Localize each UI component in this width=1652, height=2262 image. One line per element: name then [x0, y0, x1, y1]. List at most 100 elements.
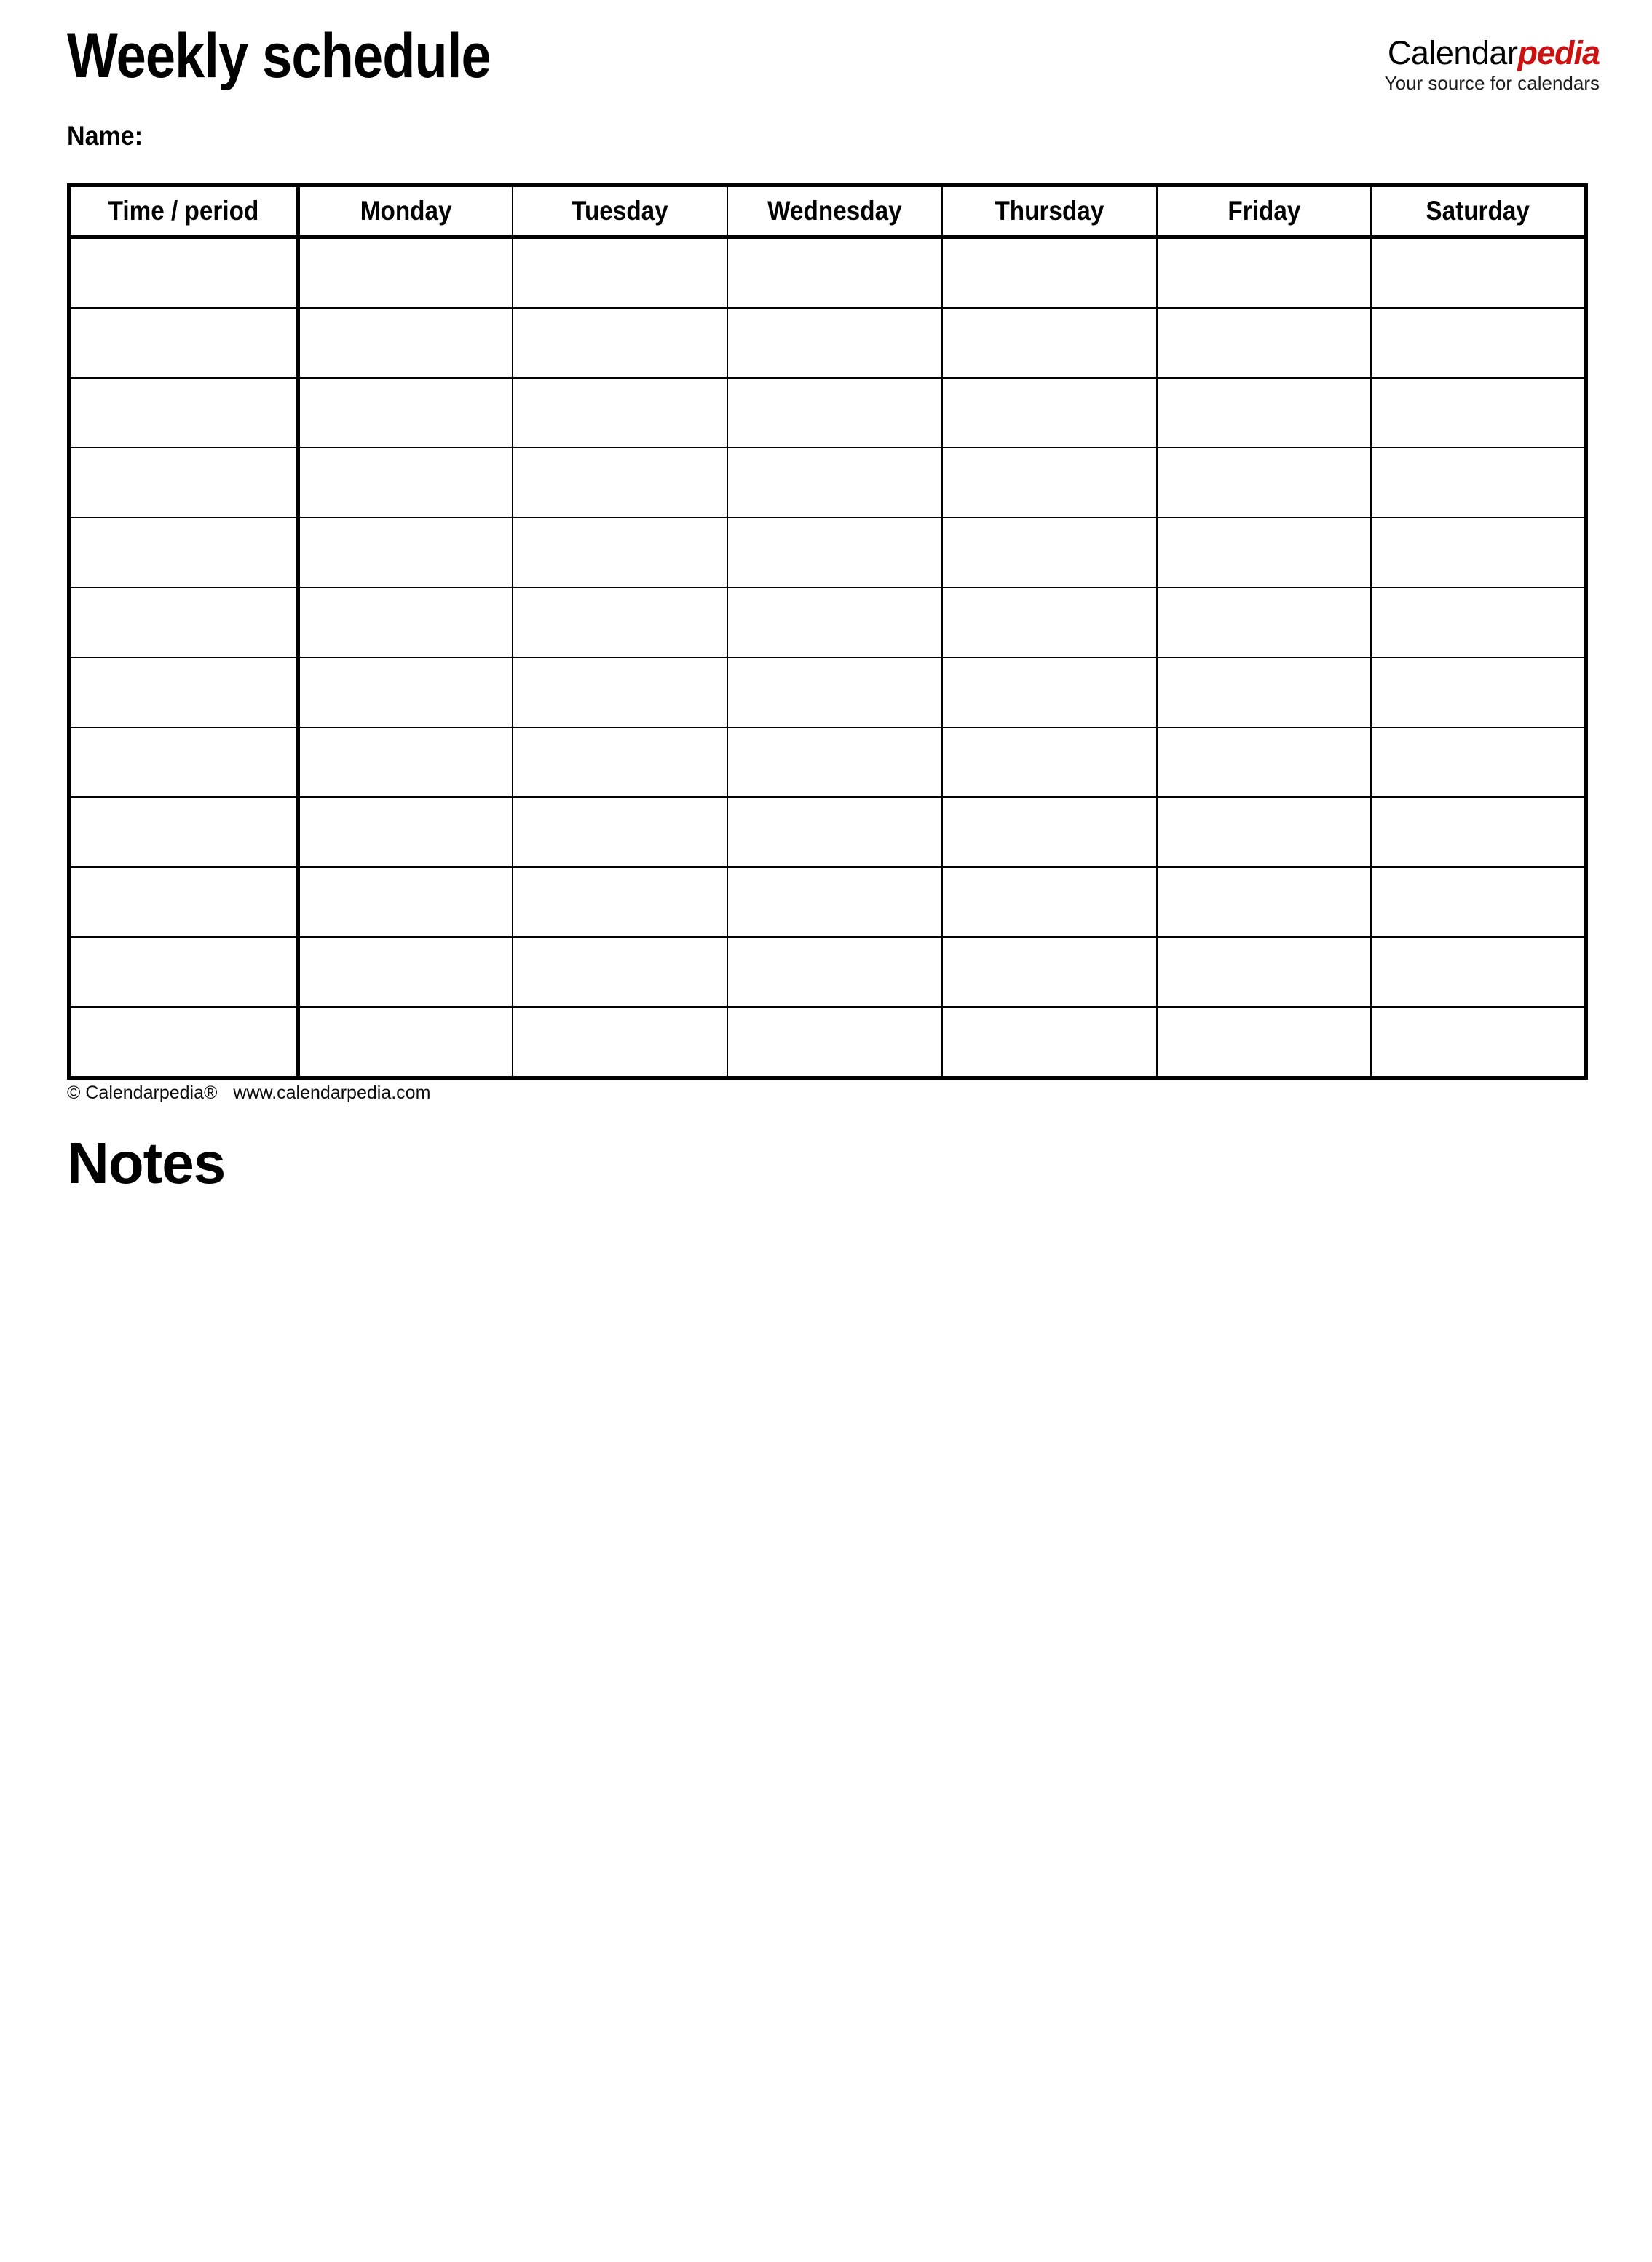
schedule-cell-day[interactable]	[727, 727, 943, 798]
schedule-cell-time[interactable]	[68, 866, 300, 938]
schedule-cell-day[interactable]	[941, 377, 1158, 448]
schedule-cell-day[interactable]	[941, 866, 1158, 938]
schedule-cell-day[interactable]	[512, 447, 729, 518]
schedule-cell-day[interactable]	[1155, 936, 1372, 1008]
schedule-cell-day[interactable]	[727, 447, 943, 518]
schedule-cell-day[interactable]	[941, 236, 1158, 309]
schedule-cell-day[interactable]	[727, 377, 943, 448]
schedule-cell-day[interactable]	[941, 587, 1158, 658]
schedule-cell-day[interactable]	[512, 657, 729, 728]
schedule-cell-day[interactable]	[512, 936, 729, 1008]
schedule-cell-day[interactable]	[297, 866, 514, 938]
schedule-cell-day[interactable]	[727, 517, 943, 588]
schedule-cell-day[interactable]	[1370, 866, 1587, 938]
column-header-label: Saturday	[1426, 196, 1530, 226]
schedule-cell-day[interactable]	[512, 866, 729, 938]
column-header-label: Thursday	[995, 196, 1104, 226]
schedule-cell-day[interactable]	[941, 307, 1158, 379]
schedule-cell-day[interactable]	[297, 236, 514, 309]
schedule-cell-day[interactable]	[1370, 236, 1587, 309]
schedule-cell-day[interactable]	[297, 796, 514, 868]
weekly-schedule-page: Weekly schedule Name: Calendarpedia Your…	[0, 0, 1652, 2262]
schedule-cell-day[interactable]	[1155, 377, 1372, 448]
schedule-cell-day[interactable]	[297, 587, 514, 658]
schedule-cell-day[interactable]	[1155, 657, 1372, 728]
schedule-cell-day[interactable]	[1155, 447, 1372, 518]
table-row	[68, 517, 1587, 588]
schedule-cell-day[interactable]	[941, 517, 1158, 588]
schedule-cell-day[interactable]	[941, 936, 1158, 1008]
schedule-table-head: Time / period Monday Tuesday Wednesday T…	[68, 184, 1587, 239]
schedule-cell-day[interactable]	[727, 796, 943, 868]
schedule-cell-day[interactable]	[727, 307, 943, 379]
schedule-cell-day[interactable]	[512, 307, 729, 379]
schedule-cell-day[interactable]	[1155, 236, 1372, 309]
table-row	[68, 727, 1587, 798]
schedule-cell-day[interactable]	[512, 796, 729, 868]
page-header: Weekly schedule Name: Calendarpedia Your…	[0, 0, 1652, 175]
schedule-cell-day[interactable]	[941, 727, 1158, 798]
schedule-cell-day[interactable]	[297, 936, 514, 1008]
schedule-cell-day[interactable]	[512, 1006, 729, 1079]
schedule-cell-day[interactable]	[297, 1006, 514, 1079]
schedule-cell-day[interactable]	[727, 236, 943, 309]
schedule-cell-day[interactable]	[1370, 796, 1587, 868]
schedule-cell-day[interactable]	[512, 587, 729, 658]
schedule-cell-day[interactable]	[727, 866, 943, 938]
schedule-cell-day[interactable]	[1370, 657, 1587, 728]
schedule-cell-day[interactable]	[1155, 307, 1372, 379]
brand-word-pedia: pedia	[1517, 34, 1600, 71]
calendarpedia-logo[interactable]: Calendarpedia Your source for calendars	[1385, 36, 1600, 92]
schedule-cell-day[interactable]	[1370, 447, 1587, 518]
schedule-cell-day[interactable]	[1155, 587, 1372, 658]
website-url[interactable]: www.calendarpedia.com	[233, 1083, 430, 1103]
schedule-cell-day[interactable]	[512, 377, 729, 448]
schedule-cell-day[interactable]	[297, 517, 514, 588]
schedule-cell-day[interactable]	[1155, 517, 1372, 588]
schedule-cell-day[interactable]	[1155, 1006, 1372, 1079]
schedule-cell-day[interactable]	[1370, 307, 1587, 379]
schedule-cell-time[interactable]	[68, 727, 300, 798]
schedule-cell-day[interactable]	[1370, 587, 1587, 658]
schedule-cell-day[interactable]	[1370, 936, 1587, 1008]
schedule-cell-day[interactable]	[1370, 377, 1587, 448]
schedule-cell-time[interactable]	[68, 307, 300, 379]
schedule-cell-day[interactable]	[512, 517, 729, 588]
schedule-cell-day[interactable]	[297, 657, 514, 728]
schedule-cell-day[interactable]	[941, 447, 1158, 518]
schedule-cell-day[interactable]	[1370, 1006, 1587, 1079]
schedule-cell-day[interactable]	[941, 1006, 1158, 1079]
schedule-cell-day[interactable]	[297, 307, 514, 379]
schedule-cell-time[interactable]	[68, 377, 300, 448]
schedule-cell-time[interactable]	[68, 796, 300, 868]
schedule-cell-time[interactable]	[68, 1006, 300, 1079]
schedule-cell-day[interactable]	[727, 587, 943, 658]
schedule-cell-day[interactable]	[727, 936, 943, 1008]
notes-writing-area[interactable]	[67, 1223, 1584, 2213]
schedule-cell-day[interactable]	[512, 236, 729, 309]
schedule-cell-day[interactable]	[297, 377, 514, 448]
brand-word-calendar: Calendar	[1387, 34, 1518, 71]
schedule-cell-time[interactable]	[68, 657, 300, 728]
schedule-cell-time[interactable]	[68, 936, 300, 1008]
column-header-thursday: Thursday	[941, 184, 1158, 239]
schedule-cell-day[interactable]	[512, 727, 729, 798]
schedule-cell-time[interactable]	[68, 236, 300, 309]
schedule-cell-time[interactable]	[68, 447, 300, 518]
schedule-cell-day[interactable]	[727, 657, 943, 728]
schedule-cell-day[interactable]	[727, 1006, 943, 1079]
schedule-cell-day[interactable]	[1155, 866, 1372, 938]
schedule-cell-day[interactable]	[941, 657, 1158, 728]
schedule-cell-day[interactable]	[1370, 517, 1587, 588]
table-row	[68, 587, 1587, 658]
schedule-cell-day[interactable]	[1155, 727, 1372, 798]
schedule-cell-day[interactable]	[1370, 727, 1587, 798]
schedule-cell-day[interactable]	[941, 796, 1158, 868]
table-row	[68, 447, 1587, 518]
schedule-cell-time[interactable]	[68, 517, 300, 588]
schedule-cell-day[interactable]	[297, 447, 514, 518]
schedule-cell-day[interactable]	[1155, 796, 1372, 868]
schedule-cell-day[interactable]	[297, 727, 514, 798]
table-row	[68, 236, 1587, 309]
schedule-cell-time[interactable]	[68, 587, 300, 658]
